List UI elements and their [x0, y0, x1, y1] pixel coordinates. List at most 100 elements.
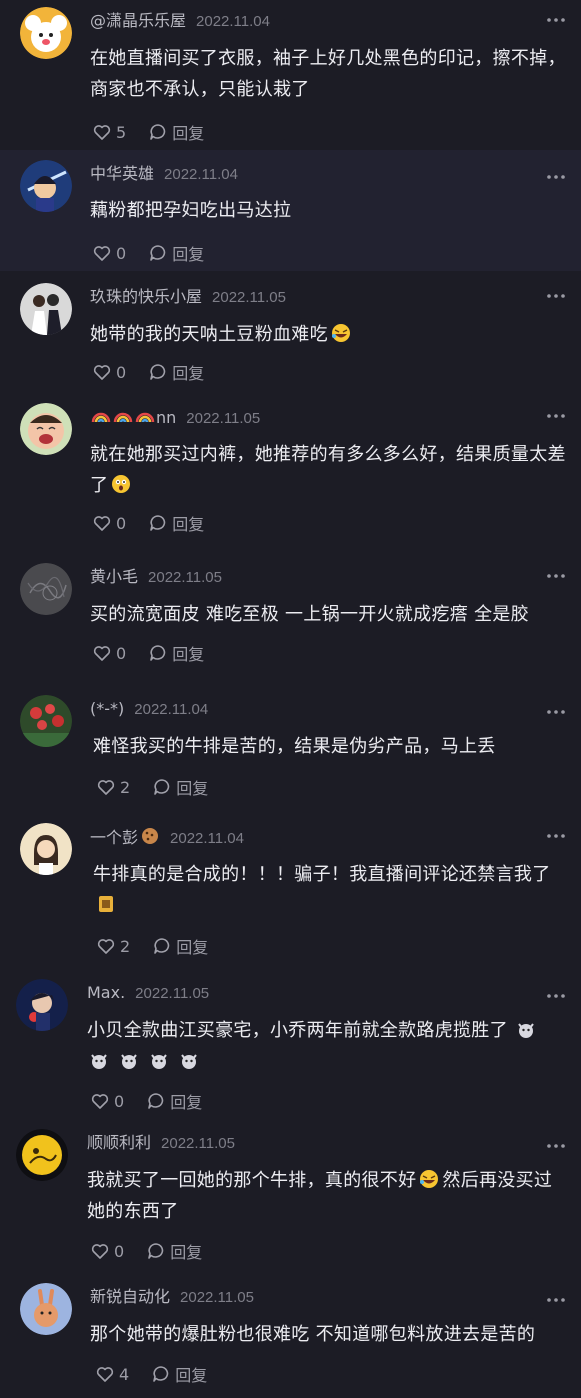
comment-date: 2022.11.05	[186, 410, 261, 427]
like-button[interactable]: 0	[92, 513, 126, 533]
heart-outline-icon	[91, 1244, 109, 1259]
cartoon-rabbit-avatar[interactable]	[20, 1283, 72, 1335]
reply-label: 回复	[175, 1366, 208, 1385]
username[interactable]: 玖珠的快乐小屋	[90, 287, 202, 306]
reply-button[interactable]: 回复	[148, 511, 204, 535]
comment-meta: 玖珠的快乐小屋 2022.11.05	[90, 286, 286, 308]
comment-date: 2022.11.04	[134, 701, 209, 718]
comment-date: 2022.11.05	[135, 985, 210, 1002]
more-options-button[interactable]	[545, 168, 567, 186]
reply-button[interactable]: 回复	[152, 775, 208, 799]
username[interactable]: @潇晶乐乐屋	[90, 11, 186, 30]
reply-button[interactable]: 回复	[146, 1089, 202, 1113]
comment-date: 2022.11.04	[170, 830, 244, 847]
like-button[interactable]: 0	[92, 362, 126, 382]
speech-bubble-icon	[150, 124, 166, 140]
comment-text: 小贝全款曲江买豪宅，小乔两年前就全款路虎揽胜了	[87, 1015, 569, 1077]
more-options-button[interactable]	[545, 567, 567, 585]
username[interactable]: 中华英雄	[90, 164, 154, 183]
reply-button[interactable]: 回复	[152, 934, 208, 958]
red-flowers-avatar[interactable]	[20, 695, 72, 747]
comment-meta: Max. 2022.11.05	[87, 982, 209, 1004]
reply-label: 回复	[176, 779, 209, 798]
cartoon-girl-avatar[interactable]	[20, 823, 72, 875]
comment-text: 她带的我的天呐土豆粉血难吃	[90, 319, 569, 350]
comment-item: @潇晶乐乐屋 2022.11.04 在她直播间买了衣服，袖子上好几处黑色的印记，擦…	[0, 7, 581, 157]
comment-text-content: 牛排真的是合成的！！！骗子！我直播间评论还禁言我了	[93, 864, 551, 885]
comment-meta: 黄小毛 2022.11.05	[90, 566, 222, 588]
username[interactable]: 新锐自动化	[90, 1287, 170, 1306]
comment-actions: 4 回复	[95, 1362, 229, 1386]
like-button[interactable]: 0	[92, 643, 126, 663]
more-options-button[interactable]	[545, 407, 567, 425]
like-count: 0	[114, 1241, 125, 1261]
username[interactable]: 顺顺利利	[87, 1133, 151, 1152]
speech-bubble-icon	[154, 938, 170, 954]
reply-button[interactable]: 回复	[146, 1239, 202, 1263]
speech-bubble-icon	[150, 364, 166, 380]
anime-boy-avatar[interactable]	[16, 979, 68, 1031]
comment-actions: 0 回复	[90, 1239, 224, 1263]
username[interactable]: Max.	[87, 983, 125, 1002]
gray-sketch-avatar[interactable]	[20, 563, 72, 615]
like-count: 0	[116, 513, 127, 533]
username[interactable]: 一个彭	[90, 828, 138, 847]
ellipsis-icon	[547, 1298, 565, 1302]
speech-bubble-icon	[148, 1093, 164, 1109]
crying-baby-avatar[interactable]	[20, 403, 72, 455]
reply-label: 回复	[170, 1243, 203, 1262]
like-count: 5	[116, 122, 127, 142]
reply-button[interactable]: 回复	[148, 641, 204, 665]
comment-actions: 5 回复	[92, 120, 226, 144]
more-options-button[interactable]	[545, 1137, 567, 1155]
more-options-button[interactable]	[545, 703, 567, 721]
reply-button[interactable]: 回复	[151, 1362, 207, 1386]
comment-text-content: 小贝全款曲江买豪宅，小乔两年前就全款路虎揽胜了	[87, 1020, 508, 1041]
moon-avatar[interactable]	[16, 1129, 68, 1181]
ellipsis-icon	[547, 1144, 565, 1148]
cat-face-emoji-icon	[149, 1050, 169, 1070]
username[interactable]: (*-*)	[90, 699, 124, 718]
cat-face-emoji-icon	[89, 1050, 109, 1070]
like-button[interactable]: 2	[96, 936, 130, 956]
reply-button[interactable]: 回复	[148, 120, 204, 144]
reply-button[interactable]: 回复	[148, 360, 204, 384]
comment-text: 牛排真的是合成的！！！骗子！我直播间评论还禁言我了	[93, 859, 575, 921]
comment-text: 我就买了一回她的那个牛排，真的很不好 然后再没买过她的东西了	[87, 1165, 569, 1227]
more-options-button[interactable]	[545, 1291, 567, 1309]
comment-item: nn 2022.11.05 就在她那买过内裤，她推荐的有多么多么好，结果质量太差了…	[0, 403, 581, 538]
more-options-button[interactable]	[545, 287, 567, 305]
comment-actions: 0 回复	[92, 360, 226, 384]
like-button[interactable]: 2	[96, 777, 130, 797]
like-count: 0	[116, 243, 127, 263]
like-button[interactable]: 0	[90, 1241, 124, 1261]
ellipsis-icon	[547, 710, 565, 714]
comment-text-content: 我就买了一回她的那个牛排，真的很不好	[87, 1170, 417, 1191]
comment-list: @潇晶乐乐屋 2022.11.04 在她直播间买了衣服，袖子上好几处黑色的印记，擦…	[0, 0, 581, 1398]
rainbow-emoji-icon	[135, 406, 155, 426]
like-button[interactable]: 5	[92, 122, 126, 142]
speech-bubble-icon	[148, 1243, 164, 1259]
comment-text: 难怪我买的牛排是苦的，结果是伪劣产品，马上丢	[93, 736, 496, 757]
username[interactable]: 黄小毛	[90, 567, 138, 586]
like-button[interactable]: 0	[92, 243, 126, 263]
comment-date: 2022.11.05	[212, 289, 286, 306]
more-options-button[interactable]	[545, 827, 567, 845]
username[interactable]: nn	[156, 408, 176, 427]
couple-photo-avatar[interactable]	[20, 283, 72, 335]
like-button[interactable]: 4	[95, 1364, 129, 1384]
cartoon-mouse-avatar[interactable]	[20, 7, 72, 59]
heart-outline-icon	[91, 1094, 109, 1109]
anime-detective-avatar[interactable]	[20, 160, 72, 212]
comment-item: Max. 2022.11.05 小贝全款曲江买豪宅，小乔两年前就全款路虎揽胜了 0…	[0, 979, 581, 1114]
reply-button[interactable]: 回复	[148, 241, 204, 265]
heart-outline-icon	[93, 646, 111, 661]
like-count: 0	[116, 362, 127, 382]
more-options-button[interactable]	[545, 987, 567, 1005]
speech-bubble-icon	[154, 779, 170, 795]
like-button[interactable]: 0	[90, 1091, 124, 1111]
comment-text: 在她直播间买了衣服，袖子上好几处黑色的印记，擦不掉，商家也不承认，只能认栽了	[90, 48, 566, 100]
shocked-face-emoji-icon	[111, 474, 131, 494]
more-options-button[interactable]	[545, 11, 567, 29]
like-count: 4	[119, 1364, 130, 1384]
